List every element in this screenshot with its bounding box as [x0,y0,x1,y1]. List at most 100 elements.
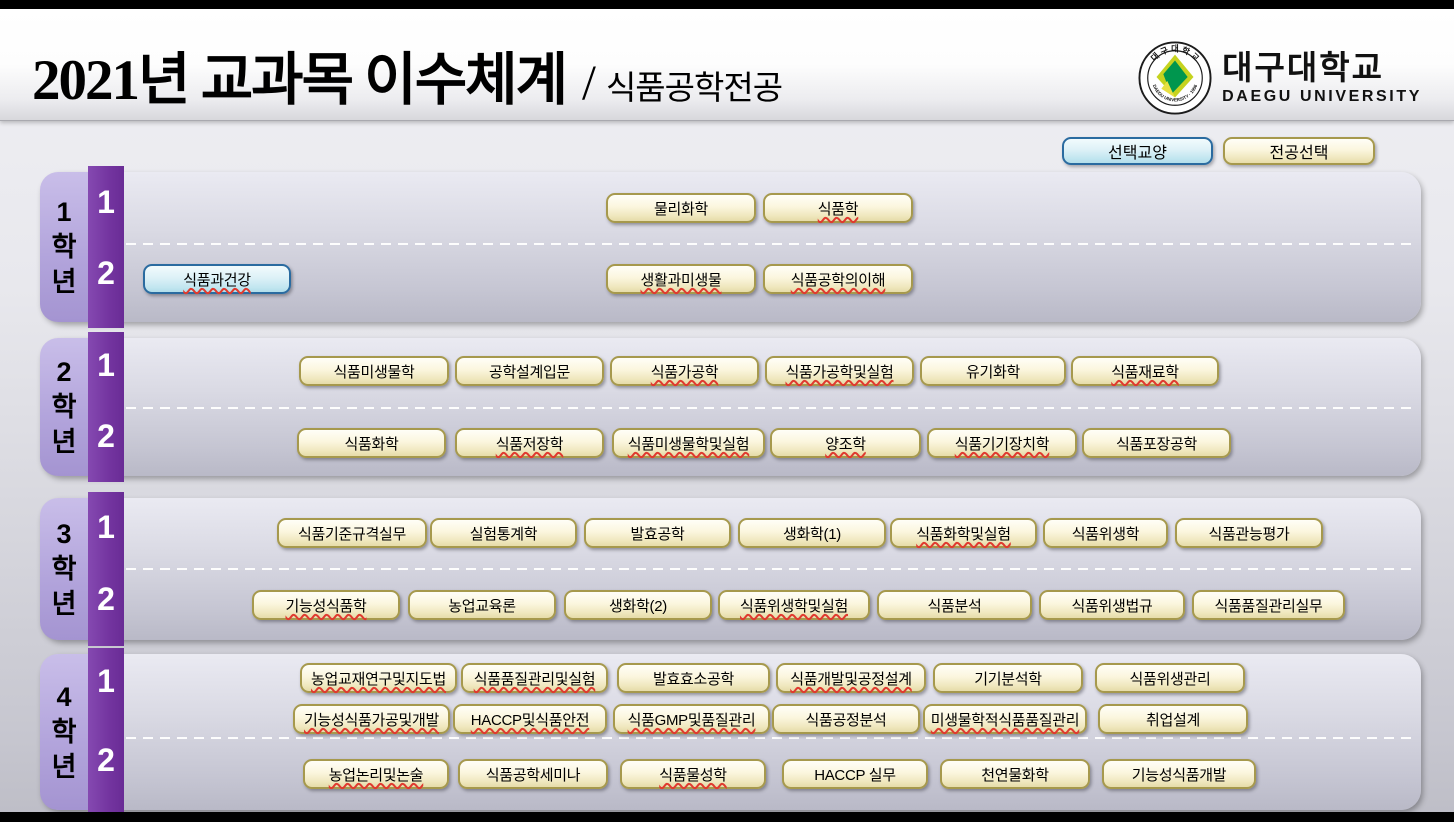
course-button[interactable]: 생화학(2) [564,590,712,620]
course-button[interactable]: 미생물학적식품품질관리 [923,704,1087,734]
course-label: 미생물학적식품품질관리 [931,709,1080,730]
course-button[interactable]: 식품관능평가 [1175,518,1323,548]
course-button[interactable]: 식품미생물학 [299,356,449,386]
course-label: 기능성식품개발 [1132,764,1227,785]
course-label: 식품품질관리실무 [1214,595,1322,616]
course-button[interactable]: 식품화학 [297,428,446,458]
course-button[interactable]: 공학설계입문 [455,356,604,386]
course-button[interactable]: 식품개발및공정설계 [776,663,926,693]
course-button[interactable]: 식품미생물학및실험 [612,428,765,458]
course-label: 유기화학 [966,361,1020,382]
course-label: 식품공정분석 [805,709,886,730]
title-wrap: 2021년 교과목 이수체계 / 식품공학전공 [32,34,782,116]
course-button[interactable]: 식품기기장치학 [927,428,1077,458]
course-label: 실험통계학 [470,523,538,544]
semester-divider [126,407,1413,409]
course-button[interactable]: 물리화학 [606,193,756,223]
course-button[interactable]: 식품과건강 [143,264,291,294]
course-button[interactable]: 식품위생법규 [1039,590,1185,620]
course-button[interactable]: 발효공학 [584,518,731,548]
course-button[interactable]: 식품품질관리및실험 [461,663,608,693]
semester-number: 1 [88,507,124,547]
course-button[interactable]: 식품학 [763,193,913,223]
course-button[interactable]: HACCP및식품안전 [453,704,607,734]
course-button[interactable]: 농업교재연구및지도법 [300,663,457,693]
course-label: 식품저장학 [496,433,564,454]
semester-bar: 12 [88,332,124,482]
course-label: 생활과미생물 [640,269,721,290]
course-label: 발효효소공학 [653,668,734,689]
top-border-bar [0,0,1454,9]
course-button[interactable]: 식품품질관리실무 [1192,590,1345,620]
course-button[interactable]: 양조학 [770,428,921,458]
course-label: 식품재료학 [1111,361,1179,382]
year-label-char: 학 [52,552,77,587]
logo-text: 대구대학교 DAEGU UNIVERSITY [1222,49,1422,107]
header: 2021년 교과목 이수체계 / 식품공학전공 대 구 대 학 교 DAEGU … [0,9,1454,121]
course-button[interactable]: 농업논리및논술 [303,759,449,789]
semester-bar: 12 [88,648,124,816]
course-button[interactable]: 기능성식품학 [252,590,400,620]
course-label: 농업논리및논술 [329,764,424,785]
year-label-char: 년 [52,425,77,460]
course-button[interactable]: 기기분석학 [933,663,1083,693]
course-button[interactable]: 식품위생관리 [1095,663,1245,693]
course-button[interactable]: 식품위생학및실험 [718,590,870,620]
course-button[interactable]: 실험통계학 [430,518,577,548]
course-label: 식품미생물학및실험 [628,433,750,454]
course-button[interactable]: 기능성식품가공및개발 [293,704,450,734]
course-button[interactable]: 식품공정분석 [772,704,920,734]
year-label-char: 2 [56,355,71,390]
semester-number: 2 [88,579,124,619]
year-section-1: 1학년12물리화학식품학식품과건강생활과미생물식품공학의이해 [40,172,1421,322]
semester-number: 1 [88,345,124,385]
page-subtitle: 식품공학전공 [606,61,782,109]
course-button[interactable]: 생화학(1) [738,518,886,548]
legend-major-elective[interactable]: 전공선택 [1223,137,1375,165]
course-button[interactable]: 유기화학 [920,356,1066,386]
course-label: 식품미생물학 [333,361,414,382]
course-label: HACCP및식품안전 [471,709,590,730]
course-label: 식품과건강 [183,269,251,290]
course-button[interactable]: 식품위생학 [1043,518,1168,548]
course-button[interactable]: 취업설계 [1098,704,1248,734]
course-button[interactable]: 기능성식품개발 [1102,759,1256,789]
course-button[interactable]: 식품공학의이해 [763,264,913,294]
course-label: 식품포장공학 [1116,433,1197,454]
semester-divider [126,568,1413,570]
university-seal-icon: 대 구 대 학 교 DAEGU UNIVERSITY · 1956 [1138,41,1212,115]
course-button[interactable]: 식품기준규격실무 [277,518,427,548]
course-button[interactable]: 식품공학세미나 [458,759,608,789]
course-label: 식품화학및실험 [916,523,1011,544]
course-button[interactable]: 농업교육론 [408,590,556,620]
semester-number: 2 [88,740,124,780]
slide: 2021년 교과목 이수체계 / 식품공학전공 대 구 대 학 교 DAEGU … [0,0,1454,822]
course-button[interactable]: 식품재료학 [1071,356,1219,386]
year-label-char: 학 [52,715,77,750]
year-label-4: 4학년 [40,654,88,810]
course-label: 식품분석 [927,595,981,616]
course-button[interactable]: 식품화학및실험 [890,518,1037,548]
course-button[interactable]: 식품분석 [877,590,1032,620]
course-button[interactable]: 식품물성학 [620,759,766,789]
course-label: 식품품질관리및실험 [474,668,596,689]
course-button[interactable]: 식품가공학및실험 [765,356,914,386]
legend-elective-liberal[interactable]: 선택교양 [1062,137,1213,165]
course-button[interactable]: 천연물화학 [940,759,1090,789]
course-button[interactable]: 식품포장공학 [1082,428,1231,458]
course-button[interactable]: 식품GMP및품질관리 [613,704,770,734]
course-label: 식품기준규격실무 [298,523,406,544]
course-label: 식품가공학및실험 [785,361,893,382]
year-label-3: 3학년 [40,498,88,640]
year-section-3: 3학년12식품기준규격실무실험통계학발효공학생화학(1)식품화학및실험식품위생학… [40,498,1421,640]
year-section-2: 2학년12식품미생물학공학설계입문식품가공학식품가공학및실험유기화학식품재료학식… [40,338,1421,476]
course-label: 식품화학 [344,433,398,454]
course-button[interactable]: HACCP 실무 [782,759,928,789]
semester-divider [126,243,1413,245]
course-label: 식품위생관리 [1129,668,1210,689]
course-button[interactable]: 발효효소공학 [617,663,770,693]
course-button[interactable]: 식품가공학 [610,356,759,386]
course-button[interactable]: 생활과미생물 [606,264,756,294]
course-button[interactable]: 식품저장학 [455,428,604,458]
course-label: 기능성식품학 [285,595,366,616]
